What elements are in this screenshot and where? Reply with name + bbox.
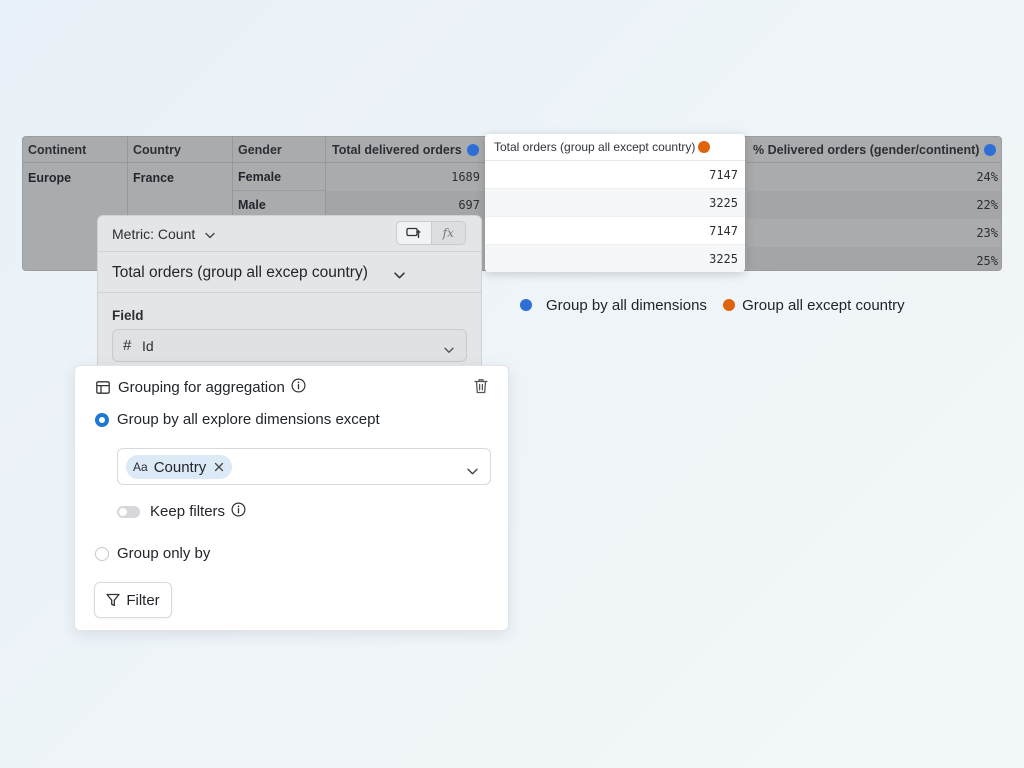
- legend-label-blue: Group by all dimensions: [546, 297, 707, 314]
- string-type-icon: Aa: [133, 460, 148, 474]
- radio-group-except[interactable]: [95, 412, 109, 427]
- legend-item-blue: Group by all dimensions: [520, 297, 707, 314]
- chevron-down-icon: [205, 226, 215, 242]
- metric-type-label: Metric: Count: [112, 226, 196, 242]
- orange-dot-icon: [698, 141, 711, 153]
- legend: Group by all dimensions Group all except…: [520, 297, 917, 314]
- dimension-chip-country: Aa Country: [126, 455, 233, 479]
- dimension-multiselect[interactable]: Aa Country: [117, 448, 491, 485]
- header-total-orders-group[interactable]: Total orders (group all except country): [485, 134, 745, 161]
- metric-title-dropdown[interactable]: Total orders (group all excep country): [98, 251, 481, 293]
- delete-grouping-button[interactable]: [474, 378, 488, 399]
- cell-pct-delivered[interactable]: 23%: [747, 219, 1001, 247]
- metric-title: Total orders (group all excep country): [112, 264, 368, 281]
- cell-country[interactable]: France: [128, 163, 232, 191]
- hash-icon: #: [123, 337, 132, 354]
- option-group-only[interactable]: Group only by: [95, 545, 210, 562]
- header-gender[interactable]: Gender: [233, 137, 325, 163]
- header-continent[interactable]: Continent: [23, 137, 127, 163]
- chevron-down-icon: [394, 266, 405, 284]
- formula-icon: fx: [442, 226, 454, 240]
- option-group-only-label: Group only by: [117, 545, 211, 562]
- trash-icon: [474, 379, 488, 394]
- mode-formula-button[interactable]: fx: [432, 222, 466, 244]
- option-group-except-label: Group by all explore dimensions except: [117, 411, 380, 428]
- filter-button[interactable]: Filter: [94, 582, 172, 618]
- field-label: Field: [112, 308, 144, 323]
- table-icon: [96, 381, 110, 394]
- dimension-chip-label: Country: [153, 458, 207, 476]
- cell-pct-delivered[interactable]: 22%: [747, 191, 1001, 219]
- legend-item-orange: Group all except country: [723, 297, 905, 314]
- option-group-except[interactable]: Group by all explore dimensions except: [95, 411, 380, 428]
- header-pct-delivered[interactable]: % Delivered orders (gender/continent): [747, 137, 1001, 163]
- blue-dot-icon: [984, 144, 997, 156]
- orange-dot-icon: [723, 299, 736, 311]
- column-total-orders-group-highlight: Total orders (group all except country) …: [485, 134, 745, 272]
- keep-filters-toggle[interactable]: [117, 505, 140, 518]
- blue-dot-icon: [466, 144, 479, 156]
- chevron-down-icon[interactable]: [467, 462, 478, 480]
- grouping-panel: Grouping for aggregation Group by all ex…: [74, 365, 509, 631]
- keep-filters-label: Keep filters: [150, 503, 226, 520]
- chevron-down-icon: [444, 341, 454, 359]
- grouping-title: Grouping for aggregation: [96, 378, 306, 397]
- header-total-delivered[interactable]: Total delivered orders: [326, 137, 485, 163]
- radio-group-only[interactable]: [95, 546, 109, 561]
- header-country[interactable]: Country: [128, 137, 232, 163]
- keep-filters-row: Keep filters: [117, 502, 246, 521]
- metric-mode-toggle: fx: [396, 221, 466, 245]
- mode-field-button[interactable]: [397, 222, 432, 244]
- cell-gender[interactable]: Female: [233, 163, 325, 191]
- metric-config-panel: Metric: Count fx Total orders (group all…: [97, 215, 482, 385]
- info-icon[interactable]: [231, 502, 246, 521]
- canvas: Continent Europe Country France Gender F…: [0, 0, 1024, 768]
- field-select[interactable]: # Id: [112, 329, 467, 362]
- cell-total-orders-group[interactable]: 7147: [485, 161, 745, 189]
- close-icon[interactable]: [214, 459, 224, 475]
- cell-pct-delivered[interactable]: 24%: [747, 163, 1001, 191]
- header-pct-delivered-label: % Delivered orders (gender/continent): [753, 143, 980, 157]
- field-select-icon: [406, 227, 421, 239]
- info-icon[interactable]: [291, 378, 306, 397]
- metric-panel-header: Metric: Count fx: [98, 216, 481, 251]
- cell-total-orders-group[interactable]: 7147: [485, 217, 745, 245]
- field-value: Id: [142, 338, 154, 354]
- header-total-orders-group-label: Total orders (group all except country): [494, 140, 696, 154]
- column-pct-delivered: % Delivered orders (gender/continent) 24…: [747, 137, 1001, 270]
- header-total-delivered-label: Total delivered orders: [332, 143, 462, 157]
- grouping-title-text: Grouping for aggregation: [118, 379, 285, 396]
- filter-icon: [106, 593, 120, 607]
- cell-pct-delivered[interactable]: 25%: [747, 247, 1001, 270]
- cell-continent[interactable]: Europe: [23, 163, 127, 191]
- filter-button-label: Filter: [126, 591, 160, 609]
- blue-dot-icon: [520, 299, 532, 311]
- cell-total-orders-group[interactable]: 3225: [485, 189, 745, 217]
- cell-total-delivered[interactable]: 1689: [326, 163, 485, 191]
- cell-total-orders-group[interactable]: 3225: [485, 245, 745, 272]
- metric-type-dropdown[interactable]: Metric: Count: [112, 226, 215, 242]
- legend-label-orange: Group all except country: [742, 297, 905, 314]
